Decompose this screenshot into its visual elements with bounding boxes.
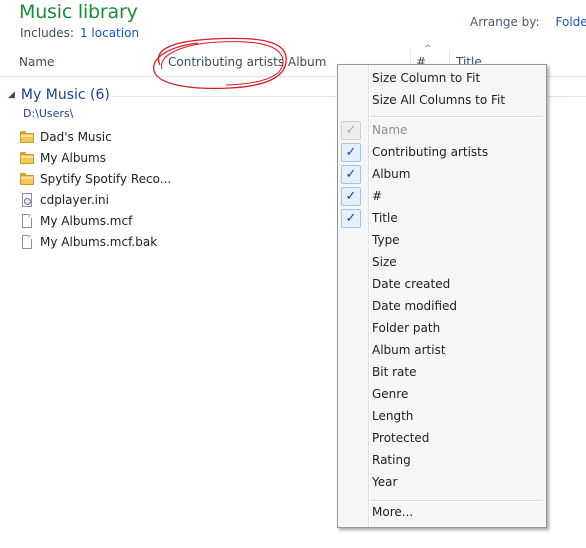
group-header[interactable]: ◢ My Music (6) (8, 87, 110, 103)
menu-item-label: More... (372, 505, 414, 519)
arrange-by: Arrange by: Folder▼ (470, 15, 586, 29)
menu-item-label: Size All Columns to Fit (372, 93, 506, 107)
collapse-triangle-icon[interactable]: ◢ (8, 90, 15, 100)
library-title: Music library (19, 1, 138, 23)
file-row-my-albums-mcf[interactable]: My Albums.mcf (20, 210, 171, 231)
file-name: My Albums.mcf.bak (40, 234, 158, 249)
menu-item-label: Date created (372, 277, 451, 291)
checkmark-icon: ✓ (341, 165, 361, 184)
group-path: D:\Users\ (23, 107, 74, 120)
includes-label: Includes: (20, 26, 74, 40)
menu-item-date-created[interactable]: Date created (338, 274, 546, 296)
folder-icon (20, 151, 34, 165)
menu-item-label: Rating (372, 453, 411, 467)
menu-item-label: Size (372, 255, 397, 269)
file-row-cdplayer-ini[interactable]: cdplayer.ini (20, 189, 171, 210)
folder-icon (20, 172, 34, 186)
menu-item-album-artist[interactable]: Album artist (338, 340, 546, 362)
menu-item-year[interactable]: Year (338, 472, 546, 494)
group-title: My Music (6) (20, 87, 110, 103)
folder-icon (20, 130, 34, 144)
menu-item-label: Album artist (372, 343, 446, 357)
menu-item-label: Title (372, 211, 398, 225)
menu-item-label: Year (372, 475, 398, 489)
column-context-menu: Size Column to Fit Size All Columns to F… (337, 64, 547, 528)
menu-item-name: ✓ Name (338, 120, 546, 142)
file-name: Spytify Spotify Reco... (40, 171, 172, 186)
checkmark-icon: ✓ (341, 209, 361, 228)
menu-item-label: Folder path (372, 321, 441, 335)
menu-item-label: Length (372, 409, 414, 423)
checkmark-icon: ✓ (341, 121, 361, 140)
menu-item-title[interactable]: ✓ Title (338, 208, 546, 230)
file-row-my-albums-mcf-bak[interactable]: My Albums.mcf.bak (20, 231, 171, 252)
menu-item-label: Type (372, 233, 400, 247)
menu-item-bit-rate[interactable]: Bit rate (338, 362, 546, 384)
menu-item-label: # (372, 189, 383, 203)
red-annotation-circle (153, 37, 287, 90)
document-icon (20, 213, 34, 228)
menu-item-date-modified[interactable]: Date modified (338, 296, 546, 318)
menu-separator (370, 116, 542, 118)
arrange-by-value: Folder (555, 15, 586, 29)
menu-item-size-column-to-fit[interactable]: Size Column to Fit (338, 68, 546, 90)
menu-item-label: Genre (372, 387, 409, 401)
arrange-by-label: Arrange by: (470, 15, 540, 29)
file-row-dads-music[interactable]: Dad's Music (20, 126, 171, 147)
locations-link[interactable]: 1 location (80, 26, 139, 40)
file-row-my-albums[interactable]: My Albums (20, 147, 171, 168)
menu-item-label: Date modified (372, 299, 458, 313)
sort-ascending-icon: ^ (424, 44, 432, 54)
menu-item-length[interactable]: Length (338, 406, 546, 428)
file-list: Dad's Music My Albums Spytify Spotify Re… (20, 126, 171, 252)
checkmark-icon: ✓ (341, 187, 361, 206)
menu-item-label: Contributing artists (372, 145, 489, 159)
menu-item-album[interactable]: ✓ Album (338, 164, 546, 186)
menu-item-folder-path[interactable]: Folder path (338, 318, 546, 340)
menu-item-protected[interactable]: Protected (338, 428, 546, 450)
menu-item-genre[interactable]: Genre (338, 384, 546, 406)
menu-item-type[interactable]: Type (338, 230, 546, 252)
column-header-name[interactable]: Name (19, 55, 54, 69)
arrange-by-dropdown[interactable]: Folder▼ (556, 15, 586, 29)
menu-item-number[interactable]: ✓ # (338, 186, 546, 208)
menu-item-size[interactable]: Size (338, 252, 546, 274)
column-header-album[interactable]: Album (288, 55, 326, 69)
menu-item-size-all-columns-to-fit[interactable]: Size All Columns to Fit (338, 90, 546, 112)
menu-item-rating[interactable]: Rating (338, 450, 546, 472)
includes-line: Includes: 1 location (20, 26, 139, 40)
document-icon (20, 234, 34, 249)
file-name: cdplayer.ini (40, 192, 109, 207)
file-row-spytify[interactable]: Spytify Spotify Reco... (20, 168, 171, 189)
menu-item-label: Bit rate (372, 365, 417, 379)
menu-item-contributing-artists[interactable]: ✓ Contributing artists (338, 142, 546, 164)
file-name: My Albums.mcf (40, 213, 133, 228)
menu-item-more[interactable]: More... (338, 502, 546, 524)
file-name: My Albums (40, 150, 106, 165)
settings-file-icon (20, 192, 34, 207)
menu-item-label: Name (372, 123, 408, 137)
menu-item-label: Size Column to Fit (372, 71, 481, 85)
checkmark-icon: ✓ (341, 143, 361, 162)
file-name: Dad's Music (40, 129, 112, 144)
menu-item-label: Album (372, 167, 411, 181)
menu-item-label: Protected (372, 431, 430, 445)
